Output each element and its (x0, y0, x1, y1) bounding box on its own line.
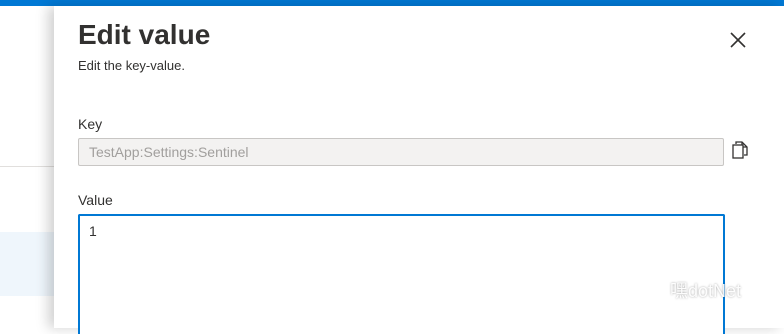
close-button[interactable] (724, 26, 752, 54)
copy-icon (732, 141, 748, 159)
value-textarea[interactable]: 1 (78, 214, 725, 334)
key-label: Key (78, 116, 103, 132)
background-divider (0, 166, 54, 167)
panel-title: Edit value (78, 19, 211, 50)
copy-button[interactable] (729, 139, 751, 161)
watermark-text: 嘿dotNet (670, 281, 742, 301)
key-input[interactable] (78, 138, 724, 166)
wechat-icon (640, 280, 666, 302)
panel-subtitle: Edit the key-value. (78, 58, 185, 73)
close-icon (730, 32, 746, 48)
watermark: 嘿dotNet (640, 280, 741, 302)
background-selected-row (0, 232, 54, 296)
value-label: Value (78, 192, 113, 208)
